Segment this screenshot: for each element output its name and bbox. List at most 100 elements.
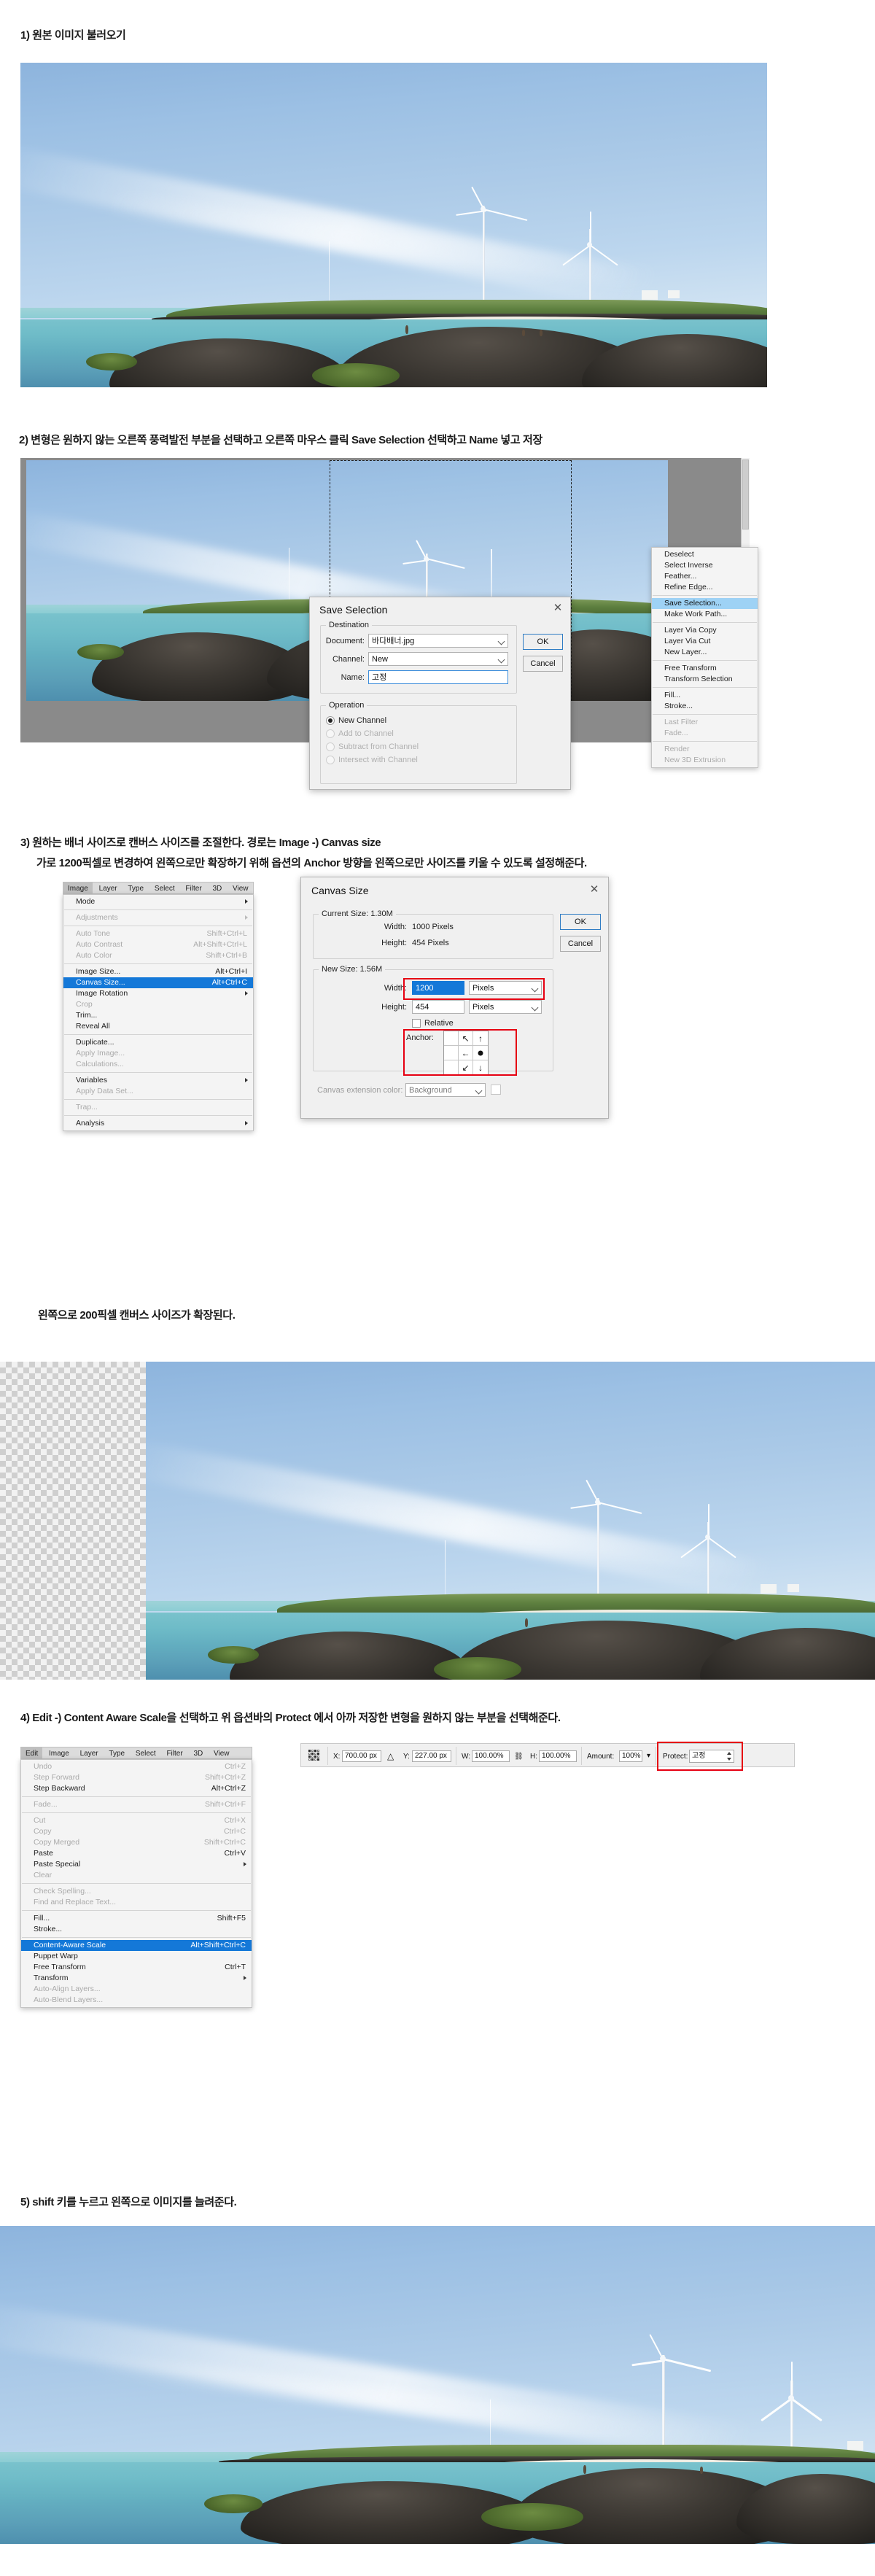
amount-dropdown-arrow-icon[interactable]: ▾	[647, 1752, 650, 1760]
document-label: Document:	[325, 637, 365, 645]
context-menu-item-layer-via-copy[interactable]: Layer Via Copy	[652, 625, 758, 636]
context-menu-item-save-selection[interactable]: Save Selection...	[652, 598, 758, 609]
edit-menu-item-transform[interactable]: Transform	[21, 1973, 252, 1984]
anchor-grid[interactable]: ↖ ↑ ← ↙ ↓	[443, 1031, 489, 1076]
h-input[interactable]: 100.00%	[539, 1750, 577, 1762]
image-menu-item-analysis[interactable]: Analysis	[63, 1118, 253, 1129]
new-width-unit-combo[interactable]: Pixels	[469, 981, 542, 995]
image-menu-item-duplicate[interactable]: Duplicate...	[63, 1037, 253, 1048]
image-menu-item-auto-contrast: Auto Contrast Alt+Shift+Ctrl+L	[63, 939, 253, 950]
extension-color-combo[interactable]: Background	[405, 1083, 486, 1097]
photoshop-menubar-edit[interactable]: Edit Image Layer Type Select Filter 3D V…	[20, 1747, 252, 1760]
menubar-item-layer[interactable]: Layer	[95, 882, 122, 895]
context-menu-item-refine-edge[interactable]: Refine Edge...	[652, 582, 758, 593]
save-selection-dialog[interactable]: Save Selection ✕ Destination Document: 바…	[309, 597, 571, 790]
anchor-cell-bottom-center[interactable]: ↙	[459, 1060, 473, 1075]
w-input[interactable]: 100.00%	[472, 1750, 510, 1762]
menubar-item-3d[interactable]: 3D	[208, 882, 226, 895]
image-menu-item-reveal-all[interactable]: Reveal All	[63, 1021, 253, 1032]
context-menu-item-make-work-path[interactable]: Make Work Path...	[652, 609, 758, 620]
protect-spinner-icon[interactable]	[726, 1750, 732, 1762]
menubar-item-select[interactable]: Select	[131, 1747, 160, 1760]
content-aware-scale-options-bar[interactable]: X: 700.00 px △ Y: 227.00 px W: 100.00% ⛓…	[300, 1742, 795, 1771]
close-icon[interactable]: ✕	[588, 883, 601, 896]
reference-point-grid-icon[interactable]	[308, 1750, 319, 1761]
edit-menu-item-step-backward[interactable]: Step Backward Alt+Ctrl+Z	[21, 1783, 252, 1794]
menubar-item-3d[interactable]: 3D	[189, 1747, 207, 1760]
document-combo[interactable]: 바다배너.jpg	[368, 634, 508, 648]
delta-icon[interactable]: △	[387, 1751, 394, 1761]
context-menu-item-fill[interactable]: Fill...	[652, 690, 758, 701]
link-icon[interactable]: ⛓	[514, 1753, 524, 1761]
ok-button[interactable]: OK	[560, 914, 601, 930]
anchor-arrow-down-icon: ↓	[478, 1063, 483, 1073]
context-menu-item-transform-selection[interactable]: Transform Selection	[652, 674, 758, 685]
operation-legend: Operation	[326, 701, 368, 710]
scrollbar-thumb[interactable]	[742, 459, 749, 529]
edit-menu-item-stroke[interactable]: Stroke...	[21, 1924, 252, 1935]
edit-menu-item-paste[interactable]: Paste Ctrl+V	[21, 1848, 252, 1859]
y-input[interactable]: 227.00 px	[412, 1750, 451, 1762]
new-width-input[interactable]: 1200	[412, 981, 464, 995]
image-menu-item-canvas-size[interactable]: Canvas Size... Alt+Ctrl+C	[63, 977, 253, 988]
anchor-cell-top-right[interactable]: ↑	[473, 1031, 488, 1046]
image-menu-item-image-size[interactable]: Image Size... Alt+Ctrl+I	[63, 966, 253, 977]
menubar-item-type[interactable]: Type	[104, 1747, 129, 1760]
menubar-item-image[interactable]: Image	[63, 882, 93, 895]
amount-input[interactable]: 100%	[619, 1750, 642, 1762]
menubar-item-filter[interactable]: Filter	[181, 882, 206, 895]
context-menu-item-select-inverse[interactable]: Select Inverse	[652, 560, 758, 571]
edit-menu-dropdown[interactable]: Undo Ctrl+Z Step Forward Shift+Ctrl+Z St…	[20, 1759, 252, 2008]
close-icon[interactable]: ✕	[551, 602, 564, 615]
image-menu-item-variables[interactable]: Variables	[63, 1075, 253, 1086]
anchor-cell-bottom-left[interactable]	[444, 1060, 459, 1075]
context-menu-item-stroke[interactable]: Stroke...	[652, 701, 758, 712]
menubar-item-type[interactable]: Type	[123, 882, 148, 895]
menubar-item-filter[interactable]: Filter	[162, 1747, 187, 1760]
anchor-cell-middle-left[interactable]	[444, 1046, 459, 1060]
edit-menu-item-puppet-warp[interactable]: Puppet Warp	[21, 1951, 252, 1962]
anchor-cell-top-left[interactable]	[444, 1031, 459, 1046]
anchor-cell-top-center[interactable]: ↖	[459, 1031, 473, 1046]
anchor-cell-bottom-right[interactable]: ↓	[473, 1060, 488, 1075]
context-menu-item-deselect[interactable]: Deselect	[652, 549, 758, 560]
turbine-blade	[589, 244, 618, 266]
menubar-item-view[interactable]: View	[228, 882, 253, 895]
cancel-button[interactable]: Cancel	[560, 936, 601, 952]
menubar-item-image[interactable]: Image	[44, 1747, 74, 1760]
menubar-item-select[interactable]: Select	[150, 882, 179, 895]
new-height-unit-combo[interactable]: Pixels	[469, 1000, 542, 1014]
channel-combo[interactable]: New	[368, 652, 508, 666]
context-menu-item-new-layer[interactable]: New Layer...	[652, 647, 758, 658]
canvas-size-dialog[interactable]: Canvas Size ✕ Current Size: 1.30M Width:…	[300, 877, 609, 1119]
relative-checkbox[interactable]	[412, 1019, 421, 1028]
x-input[interactable]: 700.00 px	[342, 1750, 381, 1762]
context-menu-item-free-transform[interactable]: Free Transform	[652, 663, 758, 674]
radio-new-channel[interactable]	[326, 716, 335, 725]
menubar-item-edit[interactable]: Edit	[21, 1747, 43, 1760]
edit-menu-item-paste-special[interactable]: Paste Special	[21, 1859, 252, 1870]
photoshop-menubar-image[interactable]: Image Layer Type Select Filter 3D View	[63, 882, 254, 895]
anchor-cell-middle-right[interactable]	[473, 1046, 488, 1060]
image-menu-item-image-rotation[interactable]: Image Rotation	[63, 988, 253, 999]
context-menu-item-layer-via-cut[interactable]: Layer Via Cut	[652, 636, 758, 647]
step-3-expanded-canvas	[0, 1362, 875, 1680]
menu-label: Apply Data Set...	[76, 1087, 133, 1095]
cancel-button[interactable]: Cancel	[523, 656, 563, 672]
ok-button[interactable]: OK	[523, 634, 563, 650]
image-menu-item-mode[interactable]: Mode	[63, 896, 253, 907]
anchor-cell-middle-center[interactable]: ←	[459, 1046, 473, 1060]
image-menu-dropdown[interactable]: Mode Adjustments Auto Tone Shift+Ctrl+L …	[63, 894, 254, 1131]
new-height-input[interactable]: 454	[412, 1000, 464, 1014]
name-input[interactable]: 고정	[368, 670, 508, 684]
moss-patch	[434, 1657, 521, 1680]
edit-menu-item-fill[interactable]: Fill... Shift+F5	[21, 1913, 252, 1924]
extension-color-swatch[interactable]	[491, 1085, 501, 1095]
edit-menu-item-free-transform[interactable]: Free Transform Ctrl+T	[21, 1962, 252, 1973]
selection-context-menu[interactable]: Deselect Select Inverse Feather... Refin…	[651, 547, 758, 768]
menubar-item-layer[interactable]: Layer	[76, 1747, 103, 1760]
edit-menu-item-content-aware-scale[interactable]: Content-Aware Scale Alt+Shift+Ctrl+C	[21, 1940, 252, 1951]
menubar-item-view[interactable]: View	[209, 1747, 234, 1760]
context-menu-item-feather[interactable]: Feather...	[652, 571, 758, 582]
image-menu-item-trim[interactable]: Trim...	[63, 1010, 253, 1021]
